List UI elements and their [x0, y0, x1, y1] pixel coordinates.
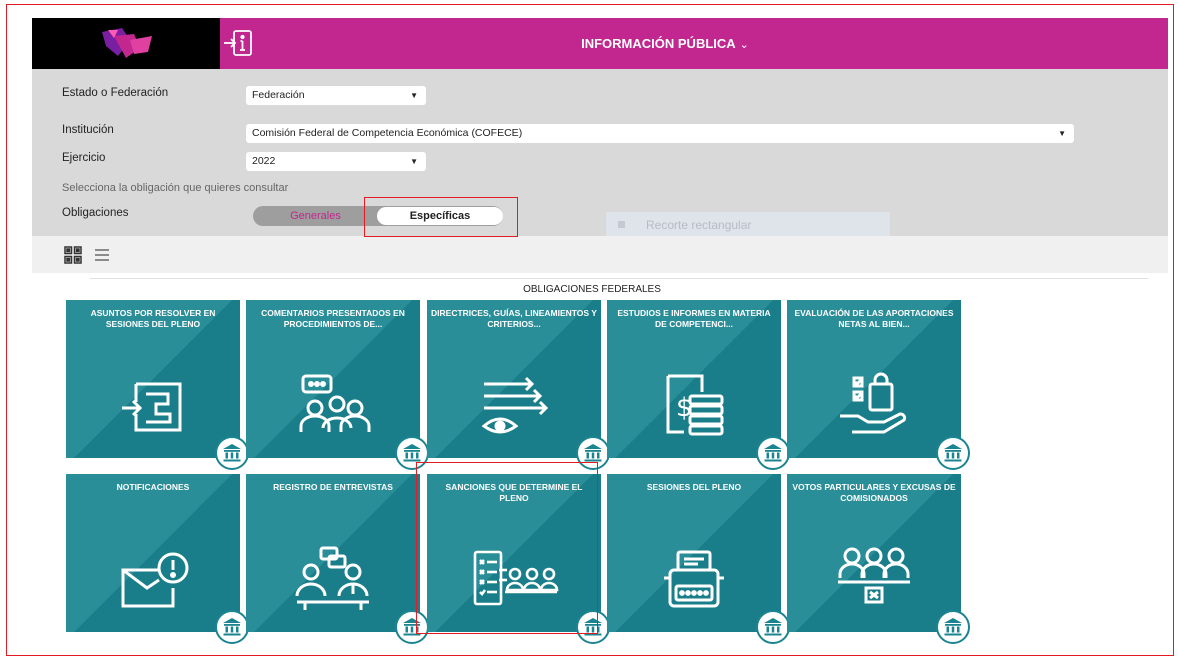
people-comment-icon — [293, 370, 373, 445]
envelope-alert-icon — [113, 544, 193, 619]
tile-title: ASUNTOS POR RESOLVER EN SESIONES DEL PLE… — [90, 308, 216, 329]
three-people-vote-icon — [834, 544, 914, 619]
ejercicio-label: Ejercicio — [62, 152, 106, 164]
divider — [90, 278, 1148, 279]
tile-sesiones-pleno[interactable]: SESIONES DEL PLENO — [607, 474, 790, 644]
institution-building-icon — [756, 436, 790, 470]
estado-value: Federación — [252, 89, 305, 101]
eye-arrows-icon — [474, 370, 554, 445]
maze-arrow-icon — [118, 370, 188, 445]
tile-title: REGISTRO DE ENTREVISTAS — [273, 482, 393, 492]
tile-title: NOTIFICACIONES — [116, 482, 190, 492]
institution-building-icon — [756, 610, 790, 644]
institucion-select[interactable]: Comisión Federal de Competencia Económic… — [246, 124, 1074, 143]
filters-panel: Estado o Federación Federación ▼ Institu… — [32, 69, 1168, 236]
institution-building-icon — [936, 436, 970, 470]
top-bar: INFORMACIÓN PÚBLICA ⌄ — [32, 18, 1168, 69]
caret-down-icon: ▼ — [1058, 129, 1066, 138]
view-toggle-bar — [32, 236, 1168, 273]
tile-estudios-informes[interactable]: ESTUDIOS E INFORMES EN MATERIA DE COMPET… — [607, 300, 790, 470]
caret-down-icon: ▼ — [410, 157, 418, 166]
sanciones-highlight-box — [416, 462, 598, 634]
institution-building-icon — [215, 610, 249, 644]
tile-evaluacion-aportaciones[interactable]: EVALUACIÓN DE LAS APORTACIONES NETAS AL … — [787, 300, 970, 470]
tile-title: COMENTARIOS PRESENTADOS EN PROCEDIMIENTO… — [261, 308, 405, 329]
obligation-hint: Selecciona la obligación que quieres con… — [62, 182, 289, 194]
chevron-down-icon: ⌄ — [739, 39, 749, 51]
document-money-icon: $ — [654, 370, 734, 445]
especificas-highlight-box — [364, 197, 518, 237]
tile-title: SESIONES DEL PLENO — [646, 482, 742, 492]
list-view-icon[interactable] — [94, 248, 110, 267]
tile-title: ESTUDIOS E INFORMES EN MATERIA DE COMPET… — [617, 308, 771, 329]
interview-icon — [293, 544, 373, 619]
tile-notificaciones[interactable]: NOTIFICACIONES — [66, 474, 249, 644]
informacion-publica-menu[interactable]: INFORMACIÓN PÚBLICA ⌄ — [32, 18, 1168, 69]
section-title: OBLIGACIONES FEDERALES — [523, 284, 661, 295]
tile-comentarios-presentados[interactable]: COMENTARIOS PRESENTADOS EN PROCEDIMIENTO… — [246, 300, 429, 470]
institucion-label: Institución — [62, 124, 114, 136]
institucion-value: Comisión Federal de Competencia Económic… — [252, 127, 523, 139]
obligaciones-label: Obligaciones — [62, 207, 129, 219]
estado-label: Estado o Federación — [62, 87, 169, 99]
tile-votos-particulares[interactable]: VOTOS PARTICULARES Y EXCUSAS DE COMISION… — [787, 474, 970, 644]
caret-down-icon: ▼ — [410, 91, 418, 100]
institution-building-icon — [936, 610, 970, 644]
tile-title: EVALUACIÓN DE LAS APORTACIONES NETAS AL … — [794, 308, 954, 329]
tile-registro-entrevistas[interactable]: REGISTRO DE ENTREVISTAS — [246, 474, 429, 644]
tile-asuntos-por-resolver[interactable]: ASUNTOS POR RESOLVER EN SESIONES DEL PLE… — [66, 300, 249, 470]
toggle-generales[interactable]: Generales — [253, 206, 378, 226]
tile-directrices-guias[interactable]: DIRECTRICES, GUÍAS, LINEAMIENTOS Y CRITE… — [427, 300, 610, 470]
menu-label: INFORMACIÓN PÚBLICA — [581, 36, 736, 51]
tile-title: DIRECTRICES, GUÍAS, LINEAMIENTOS Y CRITE… — [431, 308, 597, 329]
typewriter-icon — [654, 544, 734, 619]
snipping-label: Recorte rectangular — [646, 218, 752, 232]
tile-title: VOTOS PARTICULARES Y EXCUSAS DE COMISION… — [792, 482, 956, 503]
ejercicio-select[interactable]: 2022 ▼ — [246, 152, 426, 171]
institution-building-icon — [215, 436, 249, 470]
estado-select[interactable]: Federación ▼ — [246, 86, 426, 105]
hand-bag-icon — [834, 370, 914, 445]
ejercicio-value: 2022 — [252, 155, 276, 167]
record-icon — [618, 221, 625, 228]
grid-view-icon[interactable] — [64, 246, 82, 269]
snipping-tool-overlay[interactable]: Recorte rectangular — [606, 212, 890, 236]
